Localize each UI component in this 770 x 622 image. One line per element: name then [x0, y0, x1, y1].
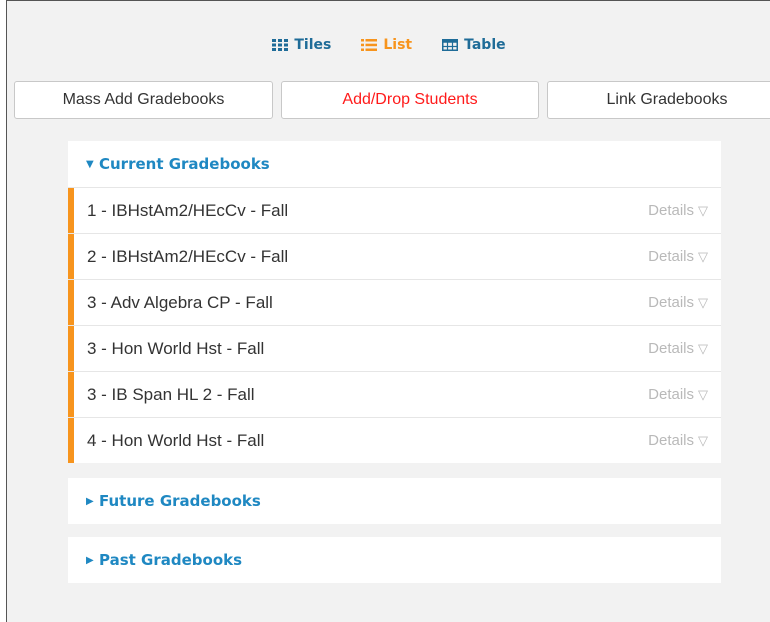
details-label: Details: [648, 432, 694, 449]
current-gradebooks-section: ▼ Current Gradebooks 1 - IBHstAm2/HEcCv …: [68, 141, 721, 463]
triangle-down-icon: ▽: [698, 248, 708, 264]
past-gradebooks-header[interactable]: ▶ Past Gradebooks: [68, 537, 721, 583]
gradebook-row[interactable]: 2 - IBHstAm2/HEcCv - Fall Details ▽: [68, 233, 721, 279]
details-toggle[interactable]: Details ▽: [648, 386, 708, 403]
gradebook-name: 1 - IBHstAm2/HEcCv - Fall: [87, 200, 289, 220]
gradebook-name: 3 - Hon World Hst - Fall: [87, 338, 265, 358]
details-toggle[interactable]: Details ▽: [648, 294, 708, 311]
caret-down-icon: ▼: [86, 158, 94, 170]
triangle-down-icon: ▽: [698, 340, 708, 356]
gradebook-row[interactable]: 3 - Adv Algebra CP - Fall Details ▽: [68, 279, 721, 325]
list-view-label: List: [383, 37, 413, 53]
table-view-label: Table: [464, 37, 506, 53]
details-toggle[interactable]: Details ▽: [648, 248, 708, 265]
triangle-down-icon: ▽: [698, 202, 708, 218]
details-label: Details: [648, 248, 694, 265]
link-gradebooks-button[interactable]: Link Gradebooks: [547, 81, 770, 119]
tiles-icon: [272, 39, 289, 51]
triangle-down-icon: ▽: [698, 294, 708, 310]
details-label: Details: [648, 294, 694, 311]
details-label: Details: [648, 340, 694, 357]
view-switcher: Tiles List Table: [7, 37, 770, 53]
gradebook-row[interactable]: 3 - Hon World Hst - Fall Details ▽: [68, 325, 721, 371]
tiles-view-label: Tiles: [294, 37, 332, 53]
current-gradebooks-header[interactable]: ▼ Current Gradebooks: [68, 141, 721, 187]
triangle-down-icon: ▽: [698, 432, 708, 448]
list-icon: [361, 39, 378, 51]
future-gradebooks-section: ▶ Future Gradebooks: [68, 478, 721, 524]
gradebook-row[interactable]: 1 - IBHstAm2/HEcCv - Fall Details ▽: [68, 187, 721, 233]
caret-right-icon: ▶: [86, 495, 94, 507]
details-toggle[interactable]: Details ▽: [648, 432, 708, 449]
caret-right-icon: ▶: [86, 554, 94, 566]
past-gradebooks-title: Past Gradebooks: [99, 551, 243, 569]
gradebook-row[interactable]: 3 - IB Span HL 2 - Fall Details ▽: [68, 371, 721, 417]
details-label: Details: [648, 202, 694, 219]
gradebook-name: 4 - Hon World Hst - Fall: [87, 430, 265, 450]
details-toggle[interactable]: Details ▽: [648, 340, 708, 357]
mass-add-gradebooks-button[interactable]: Mass Add Gradebooks: [14, 81, 273, 119]
table-view-button[interactable]: Table: [442, 37, 506, 53]
gradebook-name: 3 - Adv Algebra CP - Fall: [87, 292, 273, 312]
list-view-button[interactable]: List: [361, 37, 412, 53]
triangle-down-icon: ▽: [698, 386, 708, 402]
gradebook-row[interactable]: 4 - Hon World Hst - Fall Details ▽: [68, 417, 721, 463]
gradebook-name: 3 - IB Span HL 2 - Fall: [87, 384, 255, 404]
add-drop-students-button[interactable]: Add/Drop Students: [281, 81, 539, 119]
future-gradebooks-header[interactable]: ▶ Future Gradebooks: [68, 478, 721, 524]
table-icon: [442, 39, 459, 51]
tiles-view-button[interactable]: Tiles: [272, 37, 331, 53]
gradebook-name: 2 - IBHstAm2/HEcCv - Fall: [87, 246, 289, 266]
current-gradebooks-title: Current Gradebooks: [99, 155, 270, 173]
details-toggle[interactable]: Details ▽: [648, 202, 708, 219]
future-gradebooks-title: Future Gradebooks: [99, 492, 261, 510]
past-gradebooks-section: ▶ Past Gradebooks: [68, 537, 721, 583]
action-bar: Mass Add Gradebooks Add/Drop Students Li…: [14, 81, 770, 119]
app-frame: Tiles List Table Mass Add Gradebooks Add…: [6, 0, 770, 622]
details-label: Details: [648, 386, 694, 403]
